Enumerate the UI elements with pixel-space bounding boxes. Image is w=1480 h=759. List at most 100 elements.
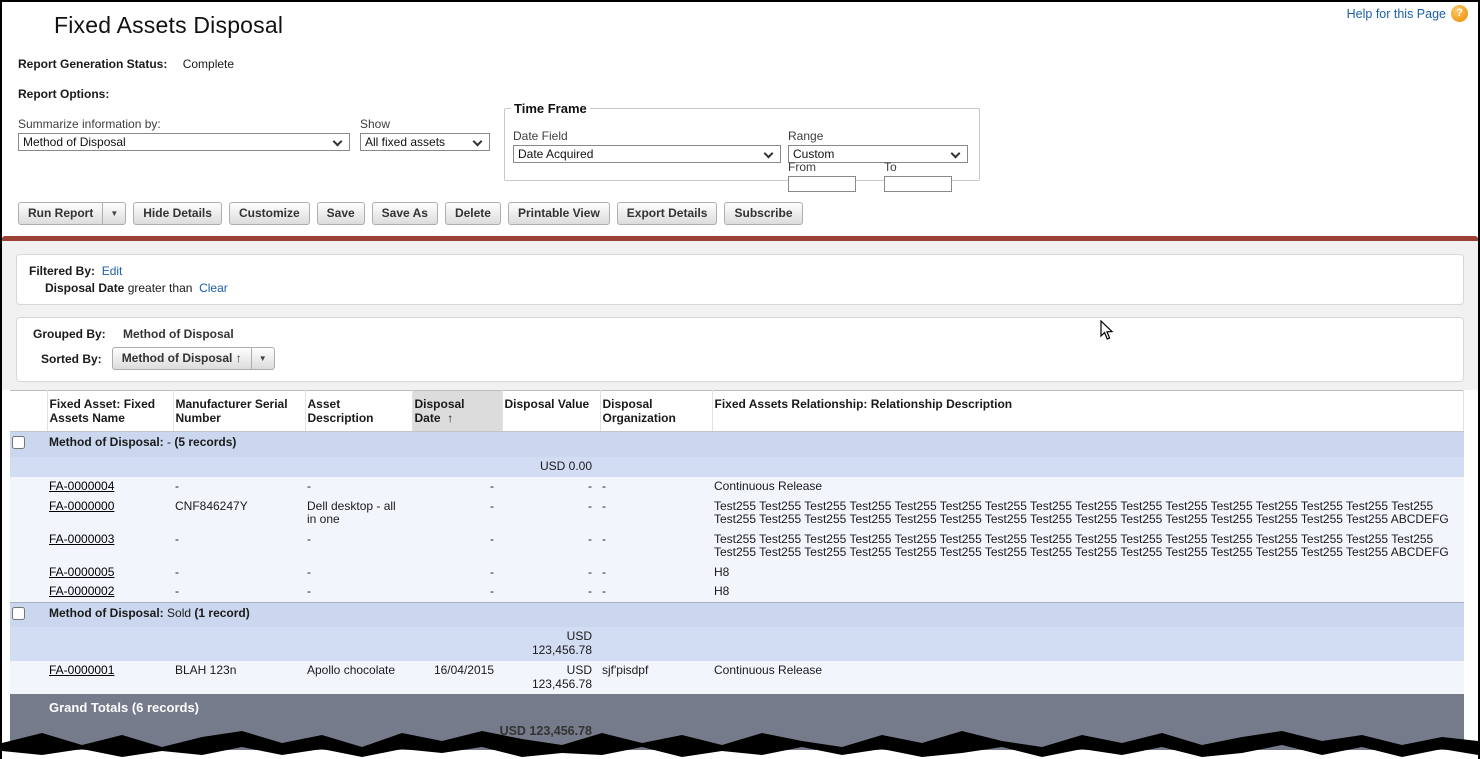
sort-ascending-icon: ↑ <box>447 411 453 425</box>
table-row: FA-0000000 CNF846247Y Dell desktop - all… <box>10 497 1464 530</box>
menu-arrow-icon: ▼ <box>259 354 267 363</box>
page-title: Fixed Assets Disposal <box>54 12 283 39</box>
edit-filter-link[interactable]: Edit <box>102 264 123 278</box>
report-options: Summarize information by: Method of Disp… <box>18 103 1468 187</box>
group-label: Method of Disposal: - (5 records) <box>47 432 1464 457</box>
save-button[interactable]: Save <box>317 202 365 225</box>
cell-serial: CNF846247Y <box>173 497 305 530</box>
cell-date: - <box>412 582 502 602</box>
page-header: Help for this Page ? Fixed Assets Dispos… <box>2 2 1478 225</box>
summarize-select[interactable]: Method of Disposal <box>18 133 350 151</box>
menu-arrow-icon: ▼ <box>110 209 118 218</box>
column-header-disposal-date[interactable]: Disposal Date ↑ <box>412 391 502 432</box>
cell-date: - <box>412 497 502 530</box>
cell-description: - <box>305 563 412 583</box>
range-selected-value: Custom <box>793 147 834 161</box>
grouped-by-label: Grouped By: <box>33 327 106 341</box>
group-label: Method of Disposal: Sold (1 record) <box>47 602 1464 627</box>
cell-date: 16/04/2015 <box>412 661 502 694</box>
grand-total-label: Grand Totals (6 records) <box>47 694 1464 719</box>
cell-description: Apollo chocolate <box>305 661 412 694</box>
cell-date: - <box>412 563 502 583</box>
run-report-menu-button[interactable]: ▼ <box>102 202 126 225</box>
column-header-asset-description[interactable]: Asset Description <box>305 391 412 432</box>
table-row: FA-0000005 - - - - - H8 <box>10 563 1464 583</box>
cell-relationship: Continuous Release <box>712 661 1464 694</box>
table-row: FA-0000001 BLAH 123n Apollo chocolate 16… <box>10 661 1464 694</box>
cell-organization: - <box>600 582 712 602</box>
fixed-asset-link[interactable]: FA-0000003 <box>49 532 114 546</box>
grouped-by-value: Method of Disposal <box>123 327 234 341</box>
save-as-button[interactable]: Save As <box>372 202 438 225</box>
grouping-box: Grouped By: Method of Disposal Sorted By… <box>16 317 1464 382</box>
show-label: Show <box>360 117 490 131</box>
delete-button[interactable]: Delete <box>445 202 501 225</box>
table-row: FA-0000004 - - - - - Continuous Release <box>10 477 1464 497</box>
date-field-select[interactable]: Date Acquired <box>513 145 781 163</box>
summarize-selected-value: Method of Disposal <box>23 135 126 149</box>
printable-view-button[interactable]: Printable View <box>508 202 610 225</box>
cell-description: - <box>305 530 412 563</box>
cell-serial: - <box>173 582 305 602</box>
help-link[interactable]: Help for this Page <box>1347 7 1446 21</box>
report-page: Help for this Page ? Fixed Assets Dispos… <box>0 0 1480 759</box>
fixed-asset-link[interactable]: FA-0000004 <box>49 479 114 493</box>
chevron-down-icon <box>951 149 961 159</box>
column-header-disposal-value[interactable]: Disposal Value <box>502 391 600 432</box>
clear-filter-link[interactable]: Clear <box>199 281 228 295</box>
chevron-down-icon <box>764 149 774 159</box>
cell-relationship: Continuous Release <box>712 477 1464 497</box>
sort-ascending-icon: ↑ <box>236 351 242 365</box>
fixed-asset-link[interactable]: FA-0000005 <box>49 565 114 579</box>
mouse-cursor <box>1100 320 1114 344</box>
cell-organization: - <box>600 477 712 497</box>
sorted-by-value: Method of Disposal <box>122 351 233 365</box>
cell-serial: - <box>173 530 305 563</box>
cell-organization: sjf'pisdpf <box>600 661 712 694</box>
cell-value: - <box>502 530 600 563</box>
show-selected-value: All fixed assets <box>365 135 445 149</box>
cell-description: Dell desktop - all in one <box>305 497 412 530</box>
column-header-label: Disposal Date <box>415 397 465 425</box>
report-table-area: Fixed Asset: Fixed Assets Name Manufactu… <box>2 390 1478 750</box>
customize-button[interactable]: Customize <box>229 202 310 225</box>
fixed-asset-link[interactable]: FA-0000001 <box>49 663 114 677</box>
cell-relationship: H8 <box>712 563 1464 583</box>
from-date-input[interactable] <box>788 176 856 192</box>
fixed-asset-link[interactable]: FA-0000000 <box>49 499 114 513</box>
column-header-serial-number[interactable]: Manufacturer Serial Number <box>173 391 305 432</box>
show-select[interactable]: All fixed assets <box>360 133 490 151</box>
subscribe-button[interactable]: Subscribe <box>724 202 802 225</box>
hide-details-button[interactable]: Hide Details <box>133 202 222 225</box>
chevron-down-icon <box>473 137 483 147</box>
group-checkbox[interactable] <box>12 607 25 620</box>
summarize-label: Summarize information by: <box>18 117 350 131</box>
cell-description: - <box>305 477 412 497</box>
cell-description: - <box>305 582 412 602</box>
run-report-button[interactable]: Run Report <box>18 202 103 225</box>
report-table: Fixed Asset: Fixed Assets Name Manufactu… <box>10 390 1464 750</box>
to-date-input[interactable] <box>884 176 952 192</box>
group-label-prefix: Method of Disposal: <box>49 606 164 620</box>
date-field-label: Date Field <box>513 129 781 143</box>
range-label: Range <box>788 129 968 143</box>
filter-operator: greater than <box>128 281 193 295</box>
fixed-asset-link[interactable]: FA-0000002 <box>49 584 114 598</box>
cell-relationship: Test255 Test255 Test255 Test255 Test255 … <box>712 497 1464 530</box>
help-icon[interactable]: ? <box>1451 5 1468 22</box>
table-header-row: Fixed Asset: Fixed Assets Name Manufactu… <box>10 391 1464 432</box>
sorted-by-menu-button[interactable]: ▼ <box>251 347 275 370</box>
export-details-button[interactable]: Export Details <box>617 202 718 225</box>
time-frame-fieldset: Time Frame Date Field Date Acquired Rang… <box>504 101 980 181</box>
grand-total-row: Grand Totals (6 records) <box>10 694 1464 719</box>
column-header-relationship-description[interactable]: Fixed Assets Relationship: Relationship … <box>712 391 1464 432</box>
table-row: FA-0000002 - - - - - H8 <box>10 582 1464 602</box>
report-toolbar: Run Report ▼ Hide Details Customize Save… <box>18 202 1468 225</box>
group-checkbox[interactable] <box>12 436 25 449</box>
group-subtotal-value: USD 0.00 <box>502 457 600 478</box>
cell-value: - <box>502 497 600 530</box>
cell-serial: - <box>173 563 305 583</box>
column-header-disposal-organization[interactable]: Disposal Organization <box>600 391 712 432</box>
sorted-by-button[interactable]: Method of Disposal ↑ <box>112 347 252 370</box>
column-header-fixed-asset-name[interactable]: Fixed Asset: Fixed Assets Name <box>47 391 173 432</box>
